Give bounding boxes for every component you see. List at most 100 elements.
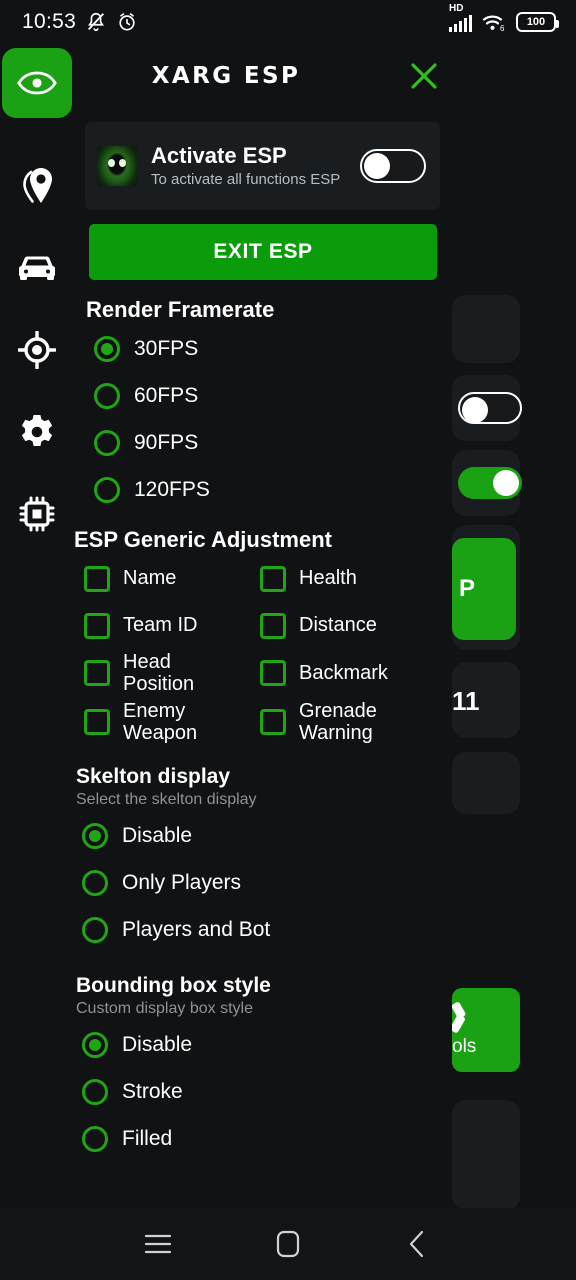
checkbox-indicator bbox=[260, 709, 286, 736]
checkbox-backmark[interactable]: Backmark bbox=[260, 649, 440, 698]
radio-option-skelton-disable[interactable]: Disable bbox=[68, 813, 440, 860]
bg-toggle-on[interactable] bbox=[458, 467, 522, 499]
radio-label: Disable bbox=[122, 824, 193, 848]
cellular-signal-icon: HD bbox=[449, 3, 472, 32]
checkbox-label: Head Position bbox=[123, 651, 195, 696]
radio-option-box-stroke[interactable]: Stroke bbox=[68, 1069, 440, 1116]
wifi-6-icon: 6 bbox=[482, 15, 505, 33]
sidebar-item-memory[interactable] bbox=[2, 482, 72, 546]
radio-indicator bbox=[82, 870, 108, 897]
checkbox-head-position[interactable]: Head Position bbox=[84, 649, 260, 698]
checkbox-enemy-weapon[interactable]: Enemy Weapon bbox=[84, 698, 260, 747]
checkbox-team-id[interactable]: Team ID bbox=[84, 602, 260, 649]
checkbox-grenade-warning[interactable]: Grenade Warning bbox=[260, 698, 440, 747]
radio-option-120fps[interactable]: 120FPS bbox=[76, 466, 440, 513]
radio-option-box-disable[interactable]: Disable bbox=[68, 1022, 440, 1069]
bg-tools-label: ols bbox=[452, 1036, 477, 1057]
radio-option-skelton-players-and-bot[interactable]: Players and Bot bbox=[68, 907, 440, 954]
bg-card-7 bbox=[452, 1100, 520, 1210]
skelton-display-title: Skelton display bbox=[76, 764, 231, 788]
close-icon bbox=[411, 63, 437, 89]
sidebar-item-settings[interactable] bbox=[2, 400, 72, 464]
toggle-knob bbox=[462, 397, 488, 423]
home-square-icon bbox=[276, 1230, 300, 1258]
checkbox-indicator bbox=[84, 709, 110, 736]
bg-green-button[interactable]: P bbox=[452, 538, 516, 640]
activate-esp-toggle[interactable] bbox=[360, 149, 426, 183]
radio-label: Stroke bbox=[122, 1080, 183, 1104]
car-icon bbox=[19, 256, 55, 280]
network-type-label: HD bbox=[449, 3, 464, 14]
esp-generic-grid: Name Health Team ID Distance Head Positi… bbox=[68, 555, 440, 747]
nav-home[interactable] bbox=[223, 1208, 353, 1280]
checkbox-label: Backmark bbox=[299, 662, 388, 685]
esp-generic-title: ESP Generic Adjustment bbox=[74, 527, 332, 552]
sidebar-item-vehicle[interactable] bbox=[2, 236, 72, 300]
radio-indicator bbox=[82, 1079, 108, 1106]
bg-toggle-off[interactable] bbox=[458, 392, 522, 424]
bg-card-6 bbox=[452, 752, 520, 814]
radio-indicator bbox=[94, 335, 120, 362]
gear-icon bbox=[21, 415, 53, 446]
status-bar-right: HD 6 100 bbox=[449, 3, 559, 33]
sidebar-item-location[interactable] bbox=[2, 154, 72, 218]
radio-option-60fps[interactable]: 60FPS bbox=[76, 372, 440, 419]
checkbox-indicator bbox=[260, 612, 286, 639]
exit-esp-button[interactable]: EXIT ESP bbox=[89, 224, 437, 280]
bounding-box-title: Bounding box style bbox=[76, 973, 271, 997]
radio-indicator bbox=[94, 429, 120, 456]
checkbox-label: Name bbox=[123, 567, 177, 590]
crosshair-icon bbox=[18, 331, 56, 369]
checkbox-health[interactable]: Health bbox=[260, 555, 440, 602]
bg-number-text: 11 bbox=[452, 686, 480, 716]
radio-label: Only Players bbox=[122, 871, 242, 895]
checkbox-indicator bbox=[84, 660, 110, 687]
battery-level-label: 100 bbox=[526, 16, 546, 28]
status-clock: 10:53 bbox=[22, 10, 77, 33]
sidebar-item-aim[interactable] bbox=[2, 318, 72, 382]
checkbox-distance[interactable]: Distance bbox=[260, 602, 440, 649]
activate-esp-texts: Activate ESP To activate all functions E… bbox=[151, 143, 346, 190]
radio-indicator bbox=[82, 1032, 108, 1059]
checkbox-indicator bbox=[84, 565, 110, 592]
radio-label: Filled bbox=[122, 1127, 173, 1151]
menu-icon bbox=[144, 1234, 172, 1254]
eye-icon bbox=[17, 71, 57, 95]
close-button[interactable] bbox=[406, 58, 442, 94]
status-bar: 10:53 HD 6 100 bbox=[0, 0, 576, 44]
mute-icon bbox=[88, 12, 105, 32]
nav-back[interactable] bbox=[353, 1208, 483, 1280]
radio-option-box-filled[interactable]: Filled bbox=[68, 1116, 440, 1163]
render-framerate-title: Render Framerate bbox=[86, 297, 275, 322]
left-rail bbox=[0, 48, 74, 1208]
checkbox-indicator bbox=[260, 660, 286, 687]
checkbox-label: Team ID bbox=[123, 614, 198, 637]
activate-esp-title: Activate ESP bbox=[151, 142, 287, 168]
checkbox-indicator bbox=[84, 612, 110, 639]
radio-indicator bbox=[82, 917, 108, 944]
radio-label: 60FPS bbox=[134, 383, 199, 407]
bg-number-label: 11 bbox=[452, 686, 480, 717]
radio-indicator bbox=[94, 476, 120, 503]
radio-option-30fps[interactable]: 30FPS bbox=[76, 325, 440, 372]
skelton-display-subtitle: Select the skelton display bbox=[76, 790, 257, 808]
activate-esp-card[interactable]: Activate ESP To activate all functions E… bbox=[85, 122, 440, 210]
eye-toggle-button[interactable] bbox=[2, 48, 72, 118]
radio-option-90fps[interactable]: 90FPS bbox=[76, 419, 440, 466]
radio-label: Disable bbox=[122, 1033, 193, 1057]
battery-icon: 100 bbox=[516, 12, 559, 32]
location-pin-icon bbox=[23, 168, 52, 203]
system-navigation-bar bbox=[0, 1208, 576, 1280]
radio-option-skelton-only-players[interactable]: Only Players bbox=[68, 860, 440, 907]
app-screen: P 11 ols 10:53 HD 6 100 XARG ESP Activat… bbox=[0, 0, 576, 1280]
radio-label: 30FPS bbox=[134, 336, 199, 360]
radio-indicator bbox=[82, 823, 108, 850]
nav-recents[interactable] bbox=[93, 1208, 223, 1280]
toggle-knob bbox=[493, 470, 519, 496]
activate-esp-subtitle: To activate all functions ESP bbox=[151, 171, 341, 188]
checkbox-indicator bbox=[260, 565, 286, 592]
checkbox-name[interactable]: Name bbox=[84, 555, 260, 602]
radio-label: 90FPS bbox=[134, 430, 199, 454]
tools-icon bbox=[452, 1002, 466, 1033]
bg-tools-button[interactable]: ols bbox=[452, 988, 520, 1072]
